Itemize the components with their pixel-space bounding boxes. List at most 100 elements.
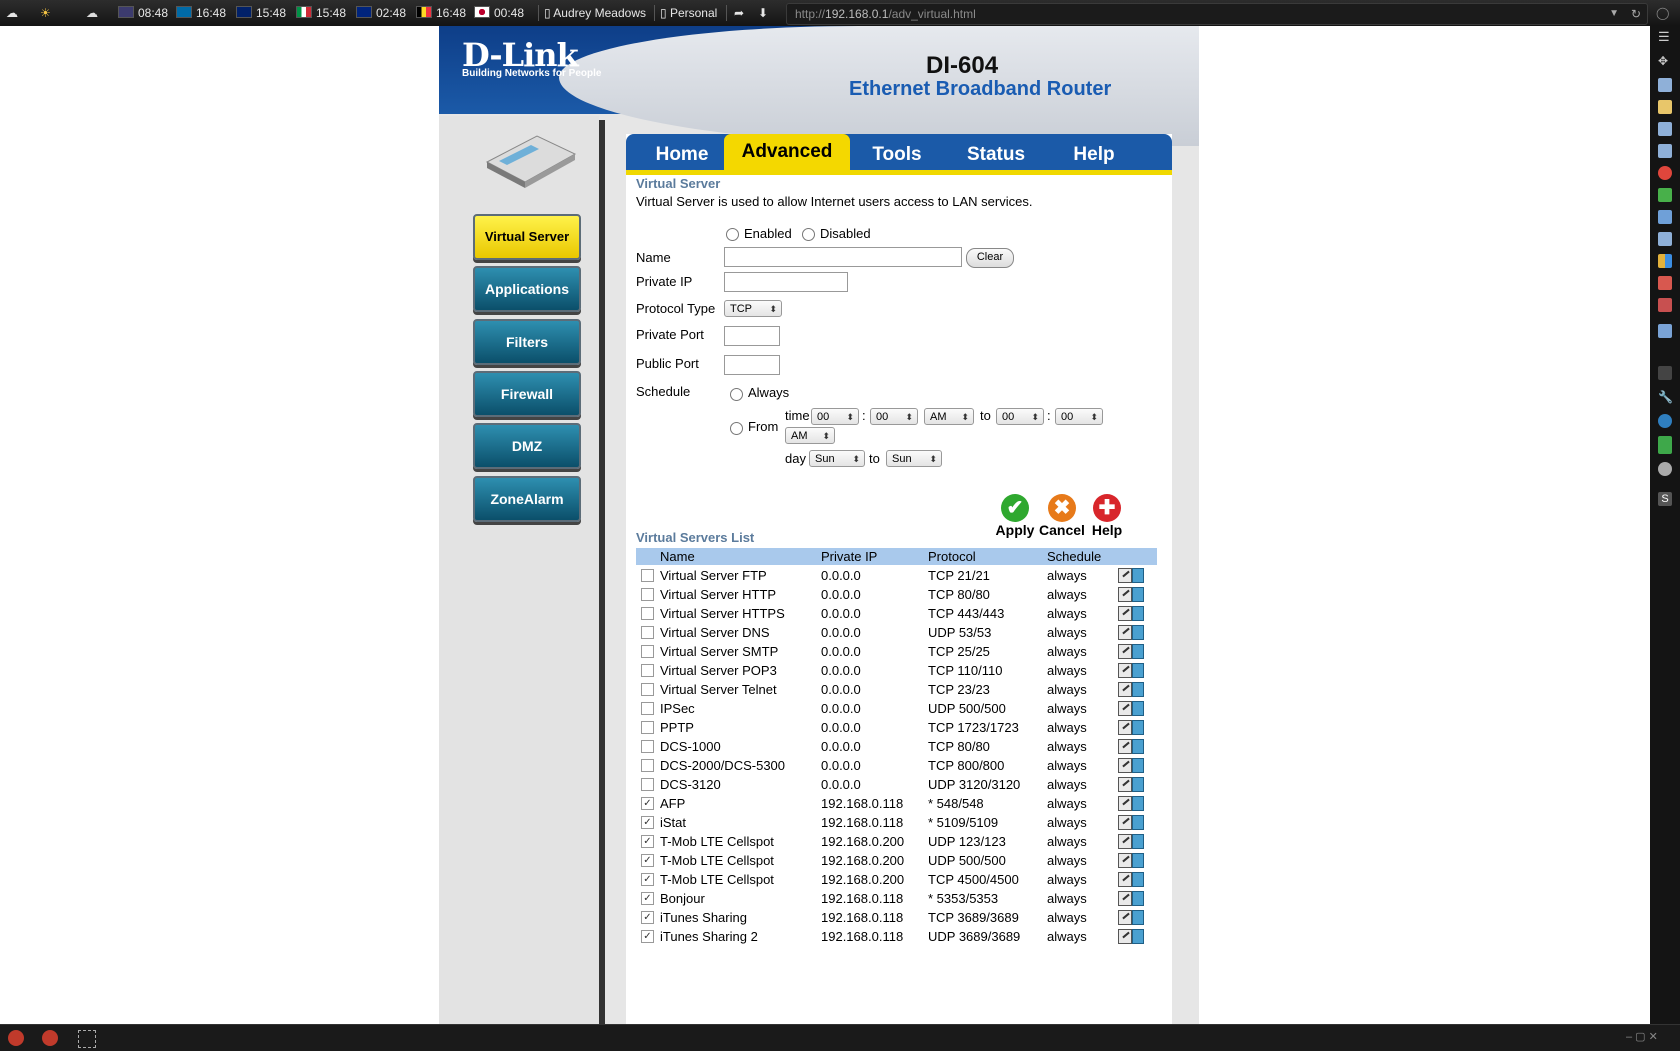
shield-icon[interactable] (1658, 414, 1672, 428)
trash-icon[interactable] (1132, 910, 1144, 925)
edit-icon[interactable] (1118, 644, 1132, 659)
row-checkbox[interactable] (641, 721, 654, 734)
row-checkbox[interactable]: ✓ (641, 816, 654, 829)
s-icon[interactable]: S (1658, 492, 1672, 506)
settings-icon[interactable] (1658, 366, 1672, 380)
pdf-icon[interactable] (1658, 298, 1672, 312)
clock-jp[interactable]: 00:48 (474, 0, 524, 26)
trash-icon[interactable] (1132, 758, 1144, 773)
window-circle-icon[interactable]: ◯ (1656, 0, 1669, 26)
edit-icon[interactable] (1118, 739, 1132, 754)
from-hour-select[interactable]: 00 ⬍ (811, 408, 859, 425)
clock-it[interactable]: 15:48 (296, 0, 346, 26)
edit-icon[interactable] (1118, 758, 1132, 773)
edit-icon[interactable] (1118, 777, 1132, 792)
clock-gb[interactable]: 15:48 (236, 0, 286, 26)
trash-icon[interactable] (1132, 853, 1144, 868)
row-checkbox[interactable] (641, 588, 654, 601)
edit-icon[interactable] (1118, 625, 1132, 640)
trash-icon[interactable] (1132, 644, 1144, 659)
private-port-input[interactable] (724, 326, 780, 346)
sidebar-item-filters[interactable]: Filters (473, 319, 581, 365)
edit-icon[interactable] (1118, 834, 1132, 849)
download-icon[interactable]: ⬇ (758, 0, 768, 26)
from-minute-select[interactable]: 00 ⬍ (870, 408, 918, 425)
translate-icon[interactable] (1658, 210, 1672, 224)
disabled-radio[interactable] (802, 228, 815, 241)
sheet-icon[interactable] (1658, 436, 1672, 454)
row-checkbox[interactable] (641, 683, 654, 696)
trash-icon[interactable] (1132, 777, 1144, 792)
trash-icon[interactable] (1132, 815, 1144, 830)
tab-advanced[interactable]: Advanced (724, 134, 850, 170)
edit-icon[interactable] (1118, 568, 1132, 583)
row-checkbox[interactable] (641, 702, 654, 715)
edit-icon[interactable] (1118, 872, 1132, 887)
row-checkbox[interactable] (641, 645, 654, 658)
edit-icon[interactable] (1118, 853, 1132, 868)
row-checkbox[interactable] (641, 740, 654, 753)
trash-icon[interactable] (1132, 834, 1144, 849)
bookmark-icon[interactable] (1658, 78, 1672, 92)
edit-icon[interactable] (1118, 587, 1132, 602)
private-ip-input[interactable] (724, 272, 848, 292)
address-bar[interactable]: http://192.168.0.1/adv_virtual.html ▼ ↻ (786, 3, 1648, 25)
from-day-select[interactable]: Sun ⬍ (809, 450, 865, 467)
trash-icon[interactable] (1132, 796, 1144, 811)
move-icon[interactable]: ✥ (1658, 54, 1672, 68)
trash-icon[interactable] (1132, 720, 1144, 735)
edit-icon[interactable] (1118, 663, 1132, 678)
row-checkbox[interactable]: ✓ (641, 854, 654, 867)
trash-icon[interactable] (1132, 663, 1144, 678)
trash-icon[interactable] (1132, 739, 1144, 754)
cloud-icon[interactable]: ☁ (6, 0, 18, 26)
row-checkbox[interactable] (641, 778, 654, 791)
page-icon[interactable] (1658, 122, 1672, 136)
edit-icon[interactable] (1118, 701, 1132, 716)
book-icon[interactable] (1658, 276, 1672, 290)
sidebar-item-firewall[interactable]: Firewall (473, 371, 581, 417)
name-input[interactable] (724, 247, 962, 267)
protocol-select[interactable]: TCP ⬍ (724, 300, 782, 317)
from-ampm-select[interactable]: AM ⬍ (924, 408, 974, 425)
edit-icon[interactable] (1118, 682, 1132, 697)
tab-status[interactable]: Status (948, 139, 1044, 170)
row-checkbox[interactable]: ✓ (641, 873, 654, 886)
cancel-button[interactable]: ✖ Cancel (1039, 494, 1085, 538)
row-checkbox[interactable]: ✓ (641, 930, 654, 943)
clock-us[interactable]: 08:48 (118, 0, 168, 26)
to-day-select[interactable]: Sun ⬍ (886, 450, 942, 467)
edit-icon[interactable] (1118, 606, 1132, 621)
trash-icon[interactable] (1132, 701, 1144, 716)
to-minute-select[interactable]: 00 ⬍ (1055, 408, 1103, 425)
stop-icon[interactable] (1658, 166, 1672, 180)
search-page-icon[interactable] (1658, 324, 1672, 338)
trash-icon[interactable] (1132, 891, 1144, 906)
app-icon[interactable] (42, 1030, 58, 1046)
select-icon[interactable] (78, 1030, 96, 1048)
schedule-from-radio[interactable] (730, 422, 743, 435)
sidebar-item-virtual-server[interactable]: Virtual Server (473, 214, 581, 260)
trash-icon[interactable] (1132, 568, 1144, 583)
window-controls[interactable]: ‒ ▢ ✕ (1626, 1030, 1676, 1046)
clock-se[interactable]: 16:48 (176, 0, 226, 26)
url-dropdown-icon[interactable]: ▼ (1609, 4, 1619, 24)
apply-button[interactable]: ✔ Apply (992, 494, 1038, 538)
trash-icon[interactable] (1132, 682, 1144, 697)
row-checkbox[interactable] (641, 569, 654, 582)
edit-icon[interactable] (1118, 815, 1132, 830)
row-checkbox[interactable]: ✓ (641, 835, 654, 848)
edit-icon[interactable] (1118, 891, 1132, 906)
sidebar-item-applications[interactable]: Applications (473, 266, 581, 312)
clock-be[interactable]: 16:48 (416, 0, 466, 26)
help-button[interactable]: ✚ Help (1084, 494, 1130, 538)
share-icon[interactable]: ➦ (734, 0, 744, 26)
trash-icon[interactable] (1132, 606, 1144, 621)
row-checkbox[interactable]: ✓ (641, 797, 654, 810)
menu-icon[interactable]: ☰ (1658, 30, 1672, 44)
trash-icon[interactable] (1132, 587, 1144, 602)
tab-tools[interactable]: Tools (852, 139, 942, 170)
edit-icon[interactable] (1118, 929, 1132, 944)
to-ampm-select[interactable]: AM ⬍ (785, 427, 835, 444)
wrench-icon[interactable]: 🔧 (1658, 390, 1673, 404)
